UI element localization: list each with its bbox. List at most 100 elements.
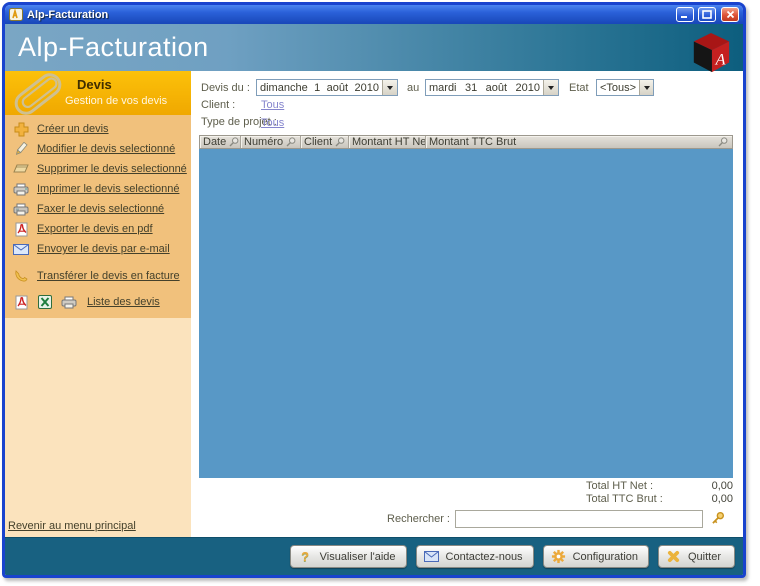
main-panel: Devis du : dimanche 1 août 2010 au mardi… <box>191 71 743 537</box>
date-to-dayname: mardi <box>429 82 457 94</box>
sidebar-title: Devis <box>77 77 112 92</box>
quit-button[interactable]: Quitter <box>658 545 735 568</box>
column-label: Date <box>203 136 226 148</box>
magnifier-icon[interactable] <box>335 137 345 147</box>
maximize-button[interactable] <box>698 7 716 22</box>
total-ht-value: 0,00 <box>688 480 733 492</box>
column-label: Montant TTC Brut <box>429 136 516 148</box>
sidebar-item-creer-devis[interactable]: Créer un devis <box>5 119 191 139</box>
date-from-day: 1 <box>314 82 320 94</box>
column-label: Numéro <box>244 136 283 148</box>
sidebar-item-label[interactable]: Faxer le devis selectionné <box>37 203 164 215</box>
state-dropdown[interactable]: <Tous> <box>596 79 654 96</box>
printer-icon <box>12 181 30 197</box>
sidebar-item-transferer-facture[interactable]: Transférer le devis en facture <box>5 266 191 286</box>
totals-block: Total HT Net : 0,00 Total TTC Brut : 0,0… <box>586 479 733 505</box>
state-value: <Tous> <box>600 82 636 94</box>
date-to-year: 2010 <box>516 82 540 94</box>
pdf-icon <box>12 221 30 237</box>
sidebar-item-label[interactable]: Transférer le devis en facture <box>37 270 180 282</box>
date-from-year: 2010 <box>355 82 379 94</box>
date-to-day: 31 <box>465 82 477 94</box>
sidebar-item-supprimer-devis[interactable]: Supprimer le devis selectionné <box>5 159 191 179</box>
date-to-label: au <box>407 82 419 94</box>
sidebar: Devis Gestion de vos devis Créer un devi… <box>5 71 191 537</box>
search-input[interactable] <box>455 510 703 528</box>
pdf-icon[interactable] <box>12 294 30 310</box>
sidebar-item-label[interactable]: Imprimer le devis selectionné <box>37 183 179 195</box>
total-ttc-value: 0,00 <box>688 493 733 505</box>
total-ttc-label: Total TTC Brut : <box>586 493 688 505</box>
minimize-button[interactable] <box>676 7 694 22</box>
date-from-label: Devis du : <box>201 82 250 94</box>
button-label: Quitter <box>688 551 721 563</box>
sidebar-item-label[interactable]: Exporter le devis en pdf <box>37 223 153 235</box>
svg-text:A: A <box>715 50 726 68</box>
paperclip-icon <box>4 68 72 120</box>
date-from-dropdown[interactable]: dimanche 1 août 2010 <box>256 79 398 96</box>
plus-icon <box>12 121 30 137</box>
chevron-down-icon[interactable] <box>382 80 397 95</box>
content-area: Devis Gestion de vos devis Créer un devi… <box>5 71 743 537</box>
magnifier-icon[interactable] <box>718 137 728 147</box>
email-icon <box>12 241 30 257</box>
magnifier-icon[interactable] <box>229 137 239 147</box>
magnifier-icon[interactable] <box>286 137 296 147</box>
sidebar-item-label[interactable]: Supprimer le devis selectionné <box>37 163 187 175</box>
column-header-numero[interactable]: Numéro <box>241 136 301 148</box>
sidebar-item-label[interactable]: Liste des devis <box>87 296 160 308</box>
sidebar-item-faxer-devis[interactable]: Faxer le devis selectionné <box>5 199 191 219</box>
sidebar-item-envoyer-email[interactable]: Envoyer le devis par e-mail <box>5 239 191 259</box>
project-type-tous-link[interactable]: Tous <box>261 117 284 129</box>
chevron-down-icon[interactable] <box>543 80 558 95</box>
sidebar-menu: Créer un devis Modifier le devis selecti… <box>5 115 191 318</box>
date-to-dropdown[interactable]: mardi 31 août 2010 <box>425 79 559 96</box>
sidebar-item-label[interactable]: Créer un devis <box>37 123 109 135</box>
window-title: Alp-Facturation <box>27 9 672 21</box>
sidebar-item-liste-devis[interactable]: Liste des devis <box>5 292 191 312</box>
phone-transfer-icon <box>12 268 30 284</box>
search-row: Rechercher : <box>191 509 744 529</box>
table-header: Date Numéro Client Montant HT Net <box>199 135 733 149</box>
help-icon: ? <box>298 549 313 564</box>
column-header-date[interactable]: Date <box>200 136 241 148</box>
app-header: Alp-Facturation <box>5 24 743 71</box>
excel-icon[interactable] <box>36 294 54 310</box>
sidebar-lower: Revenir au menu principal <box>5 318 191 537</box>
sidebar-item-label[interactable]: Modifier le devis selectionné <box>37 143 175 155</box>
bottom-bar: ? Visualiser l'aide Contactez-nous Confi… <box>5 537 743 575</box>
chevron-down-icon[interactable] <box>639 80 653 95</box>
column-header-montant-ht[interactable]: Montant HT Net <box>349 136 426 148</box>
app-title: Alp-Facturation <box>18 32 209 63</box>
red-cube-a-logo: A <box>690 30 732 76</box>
column-label: Montant HT Net <box>352 136 426 148</box>
client-label: Client : <box>201 99 235 111</box>
sidebar-item-modifier-devis[interactable]: Modifier le devis selectionné <box>5 139 191 159</box>
pencil-icon <box>12 141 30 157</box>
sidebar-item-label[interactable]: Envoyer le devis par e-mail <box>37 243 170 255</box>
help-button[interactable]: ? Visualiser l'aide <box>290 545 407 568</box>
state-label: Etat <box>569 82 589 94</box>
button-label: Visualiser l'aide <box>320 551 396 563</box>
app-window: Alp-Facturation Alp-Facturation A <box>2 2 746 578</box>
eraser-icon <box>12 161 30 177</box>
search-label: Rechercher : <box>387 513 450 525</box>
screenshot-stage: Alp-Facturation Alp-Facturation A <box>0 0 760 586</box>
column-header-client[interactable]: Client <box>301 136 349 148</box>
table-body-empty <box>199 149 733 478</box>
sidebar-item-imprimer-devis[interactable]: Imprimer le devis selectionné <box>5 179 191 199</box>
contact-button[interactable]: Contactez-nous <box>416 545 534 568</box>
configuration-button[interactable]: Configuration <box>543 545 649 568</box>
button-label: Contactez-nous <box>446 551 523 563</box>
quit-x-icon <box>666 549 681 564</box>
sidebar-item-exporter-pdf[interactable]: Exporter le devis en pdf <box>5 219 191 239</box>
close-button[interactable] <box>721 7 739 22</box>
client-tous-link[interactable]: Tous <box>261 99 284 111</box>
print-list-icon[interactable] <box>60 294 78 310</box>
column-header-montant-ttc[interactable]: Montant TTC Brut <box>426 136 732 148</box>
gold-key-icon[interactable] <box>709 510 726 527</box>
back-to-main-menu-link[interactable]: Revenir au menu principal <box>8 520 136 532</box>
button-label: Configuration <box>573 551 638 563</box>
date-to-month: août <box>486 82 507 94</box>
sidebar-header: Devis Gestion de vos devis <box>5 71 191 115</box>
